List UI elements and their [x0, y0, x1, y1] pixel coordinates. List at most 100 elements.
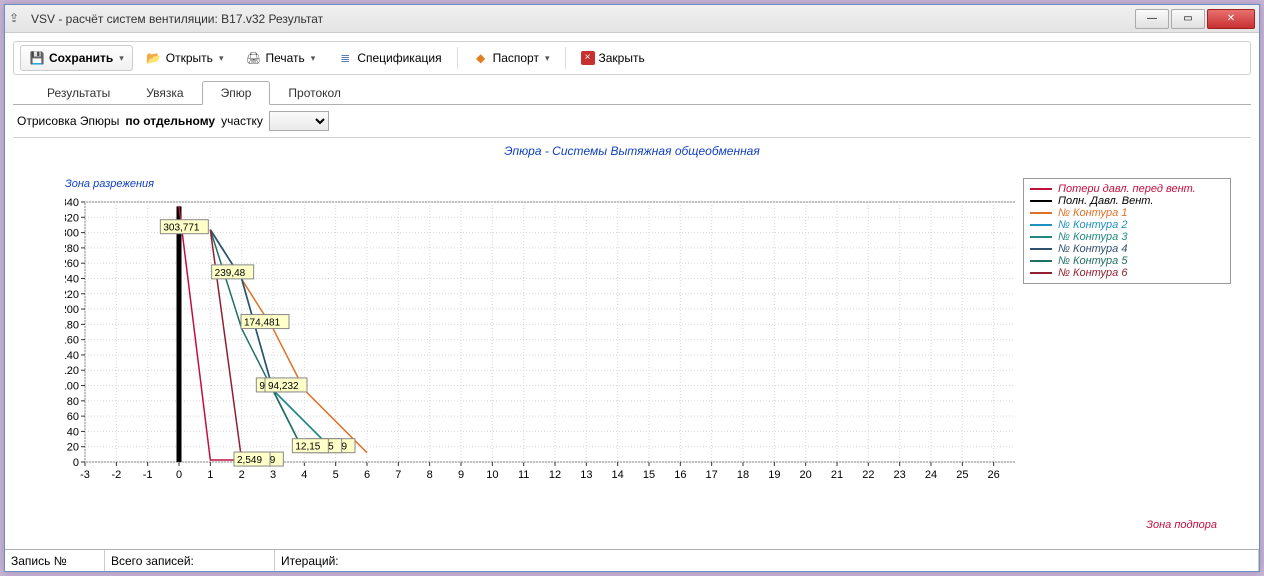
zone-left-label: Зона разрежения	[65, 178, 154, 190]
print-label: Печать	[265, 51, 304, 65]
svg-text:220: 220	[65, 289, 79, 301]
minimize-button[interactable]: —	[1135, 9, 1169, 29]
open-icon: 📂	[146, 50, 162, 66]
legend-item: № Контура 6	[1030, 267, 1224, 279]
section-select[interactable]	[269, 111, 329, 131]
legend-label: № Контура 2	[1058, 219, 1127, 231]
svg-text:4: 4	[301, 469, 307, 481]
svg-text:120: 120	[65, 365, 79, 377]
svg-text:12: 12	[549, 469, 561, 481]
svg-text:174,481: 174,481	[244, 318, 281, 329]
svg-text:140: 140	[65, 350, 79, 362]
svg-text:12,15: 12,15	[295, 442, 320, 453]
svg-text:11: 11	[518, 469, 529, 481]
legend-item: № Контура 1	[1030, 207, 1224, 219]
svg-text:17: 17	[706, 469, 718, 481]
svg-text:-3: -3	[80, 469, 90, 481]
legend-line	[1030, 200, 1052, 202]
passport-button[interactable]: ◆ Паспорт	[464, 45, 559, 71]
subbar-label-pre: Отрисовка Эпюры	[17, 114, 119, 128]
svg-text:20: 20	[800, 469, 812, 481]
titlebar[interactable]: ⇪ VSV - расчёт систем вентиляции: В17.v3…	[5, 5, 1259, 33]
svg-text:200: 200	[65, 304, 79, 316]
svg-text:94,232: 94,232	[268, 381, 299, 392]
spec-button[interactable]: ≣ Спецификация	[328, 45, 450, 71]
svg-text:303,771: 303,771	[163, 223, 200, 234]
svg-text:16: 16	[674, 469, 686, 481]
legend-label: № Контура 6	[1058, 267, 1127, 279]
svg-text:100: 100	[65, 381, 79, 393]
svg-text:2,549: 2,549	[237, 455, 262, 466]
subbar-label-post: участку	[221, 114, 263, 128]
content-area: 💾Сохранить 📂 Открыть 🖨Печать ≣ Спецификаци…	[5, 33, 1259, 549]
legend-line	[1030, 224, 1052, 226]
svg-text:14: 14	[612, 469, 624, 481]
svg-text:26: 26	[988, 469, 1000, 481]
svg-text:180: 180	[65, 319, 79, 331]
legend-label: № Контура 4	[1058, 243, 1127, 255]
svg-text:160: 160	[65, 335, 79, 347]
tab-epur[interactable]: Эпюр	[202, 81, 271, 105]
svg-text:260: 260	[65, 258, 79, 270]
svg-text:25: 25	[956, 469, 968, 481]
svg-text:5: 5	[333, 469, 339, 481]
legend-item: Полн. Давл. Вент.	[1030, 195, 1224, 207]
svg-text:80: 80	[67, 396, 79, 408]
app-window: ⇪ VSV - расчёт систем вентиляции: В17.v3…	[4, 4, 1260, 572]
tab-results[interactable]: Результаты	[29, 82, 128, 104]
legend-line	[1030, 188, 1052, 190]
open-button[interactable]: 📂 Открыть	[137, 45, 233, 71]
svg-text:10: 10	[486, 469, 498, 481]
svg-text:24: 24	[925, 469, 937, 481]
window-title: VSV - расчёт систем вентиляции: В17.v32 …	[31, 12, 1133, 26]
svg-text:280: 280	[65, 243, 79, 255]
window-buttons: — ▭ ✕	[1133, 9, 1255, 29]
save-button[interactable]: 💾Сохранить	[20, 45, 133, 71]
close-button[interactable]: ✕	[1207, 9, 1255, 29]
spec-label: Спецификация	[357, 51, 441, 65]
chart-title: Эпюра - Системы Вытяжная общеобменная	[23, 144, 1241, 158]
legend-label: № Контура 3	[1058, 231, 1127, 243]
svg-text:20: 20	[67, 442, 79, 454]
legend-item: № Контура 5	[1030, 255, 1224, 267]
spec-icon: ≣	[337, 50, 353, 66]
legend-item: Потери давл. перед вент.	[1030, 183, 1224, 195]
tab-linking[interactable]: Увязка	[128, 82, 201, 104]
tab-row: Результаты Увязка Эпюр Протокол	[13, 81, 1251, 105]
svg-text:300: 300	[65, 228, 79, 240]
chart-area: Эпюра - Системы Вытяжная общеобменная Зо…	[13, 138, 1251, 541]
svg-text:22: 22	[862, 469, 874, 481]
status-record: Запись №	[5, 550, 105, 571]
status-bar: Запись № Всего записей: Итераций:	[5, 549, 1259, 571]
passport-label: Паспорт	[493, 51, 539, 65]
legend-line	[1030, 248, 1052, 250]
svg-text:8: 8	[427, 469, 433, 481]
close-button-toolbar[interactable]: ×Закрыть	[572, 45, 654, 71]
legend-line	[1030, 260, 1052, 262]
legend-item: № Контура 4	[1030, 243, 1224, 255]
svg-text:15: 15	[643, 469, 655, 481]
open-label: Открыть	[166, 51, 213, 65]
maximize-button[interactable]: ▭	[1171, 9, 1205, 29]
svg-text:239,48: 239,48	[215, 268, 246, 279]
print-button[interactable]: 🖨Печать	[236, 45, 324, 71]
svg-text:3: 3	[270, 469, 276, 481]
legend-line	[1030, 272, 1052, 274]
legend-label: Полн. Давл. Вент.	[1058, 195, 1153, 207]
toolbar: 💾Сохранить 📂 Открыть 🖨Печать ≣ Спецификаци…	[13, 41, 1251, 75]
svg-text:-1: -1	[143, 469, 153, 481]
svg-text:0: 0	[176, 469, 182, 481]
svg-text:320: 320	[65, 212, 79, 224]
legend-line	[1030, 236, 1052, 238]
chart-plot: 2726252423222120191817161514131211109876…	[65, 198, 1015, 518]
passport-icon: ◆	[473, 50, 489, 66]
svg-text:40: 40	[67, 426, 79, 438]
svg-text:1: 1	[207, 469, 213, 481]
save-label: Сохранить	[49, 51, 113, 65]
svg-text:21: 21	[831, 469, 843, 481]
svg-text:23: 23	[894, 469, 906, 481]
svg-text:-2: -2	[111, 469, 121, 481]
tab-protocol[interactable]: Протокол	[270, 82, 359, 104]
legend: Потери давл. перед вент.Полн. Давл. Вент…	[1023, 178, 1231, 284]
legend-line	[1030, 212, 1052, 214]
